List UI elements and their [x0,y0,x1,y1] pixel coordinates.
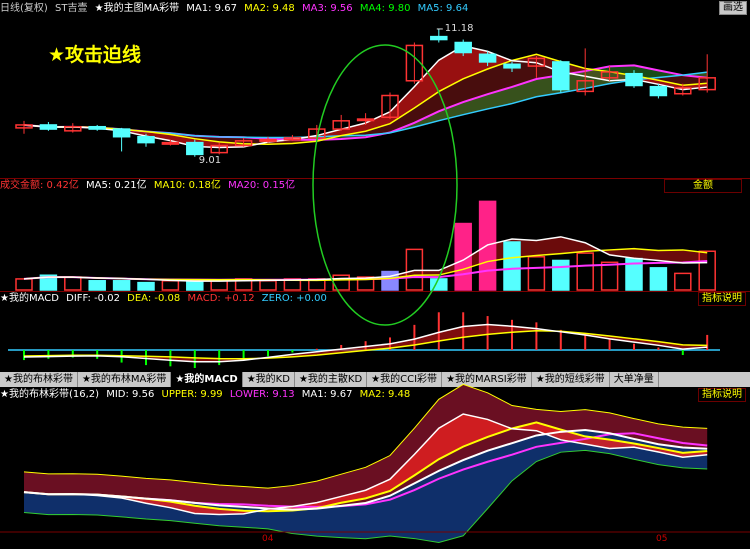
candle-body [356,118,375,122]
candle-body [112,128,131,138]
volume-bar [161,280,180,291]
volume-bar [112,280,131,291]
chart-canvas[interactable] [0,0,750,549]
candle-body [88,125,106,130]
candle-body [454,41,472,54]
volume-bar [503,241,521,291]
volume-bar [64,276,82,291]
candle-body [649,85,668,97]
volume-bar [210,280,228,291]
x-tick-05: 05 [656,534,668,544]
volume-bar [649,267,668,291]
volume-bar [600,261,619,291]
volume-bar [137,281,155,291]
vol-ma5-line [23,236,708,282]
volume-bar [552,259,570,291]
strategy-title: ★攻击迫线 [48,44,142,66]
x-tick-04: 04 [262,534,274,544]
volume-bar [527,256,546,291]
candle-body [259,138,277,142]
volume-bar [259,280,277,291]
candle-body [430,35,448,41]
volume-bar [186,280,204,291]
candle-body [478,53,497,63]
high-price-label: 11.18 [444,22,474,34]
candle-body [552,61,570,91]
candle-body [186,141,204,156]
candle-body [625,72,643,87]
volume-bar [576,252,594,291]
candle-body [503,63,521,69]
volume-bar [15,278,33,291]
low-price-label: 9.01 [198,154,222,166]
volume-bar [674,272,692,291]
volume-ribbon [24,236,708,282]
candle-body [137,135,155,144]
candle-body [161,141,180,145]
volume-bar [88,280,106,291]
candle-body [39,124,58,130]
